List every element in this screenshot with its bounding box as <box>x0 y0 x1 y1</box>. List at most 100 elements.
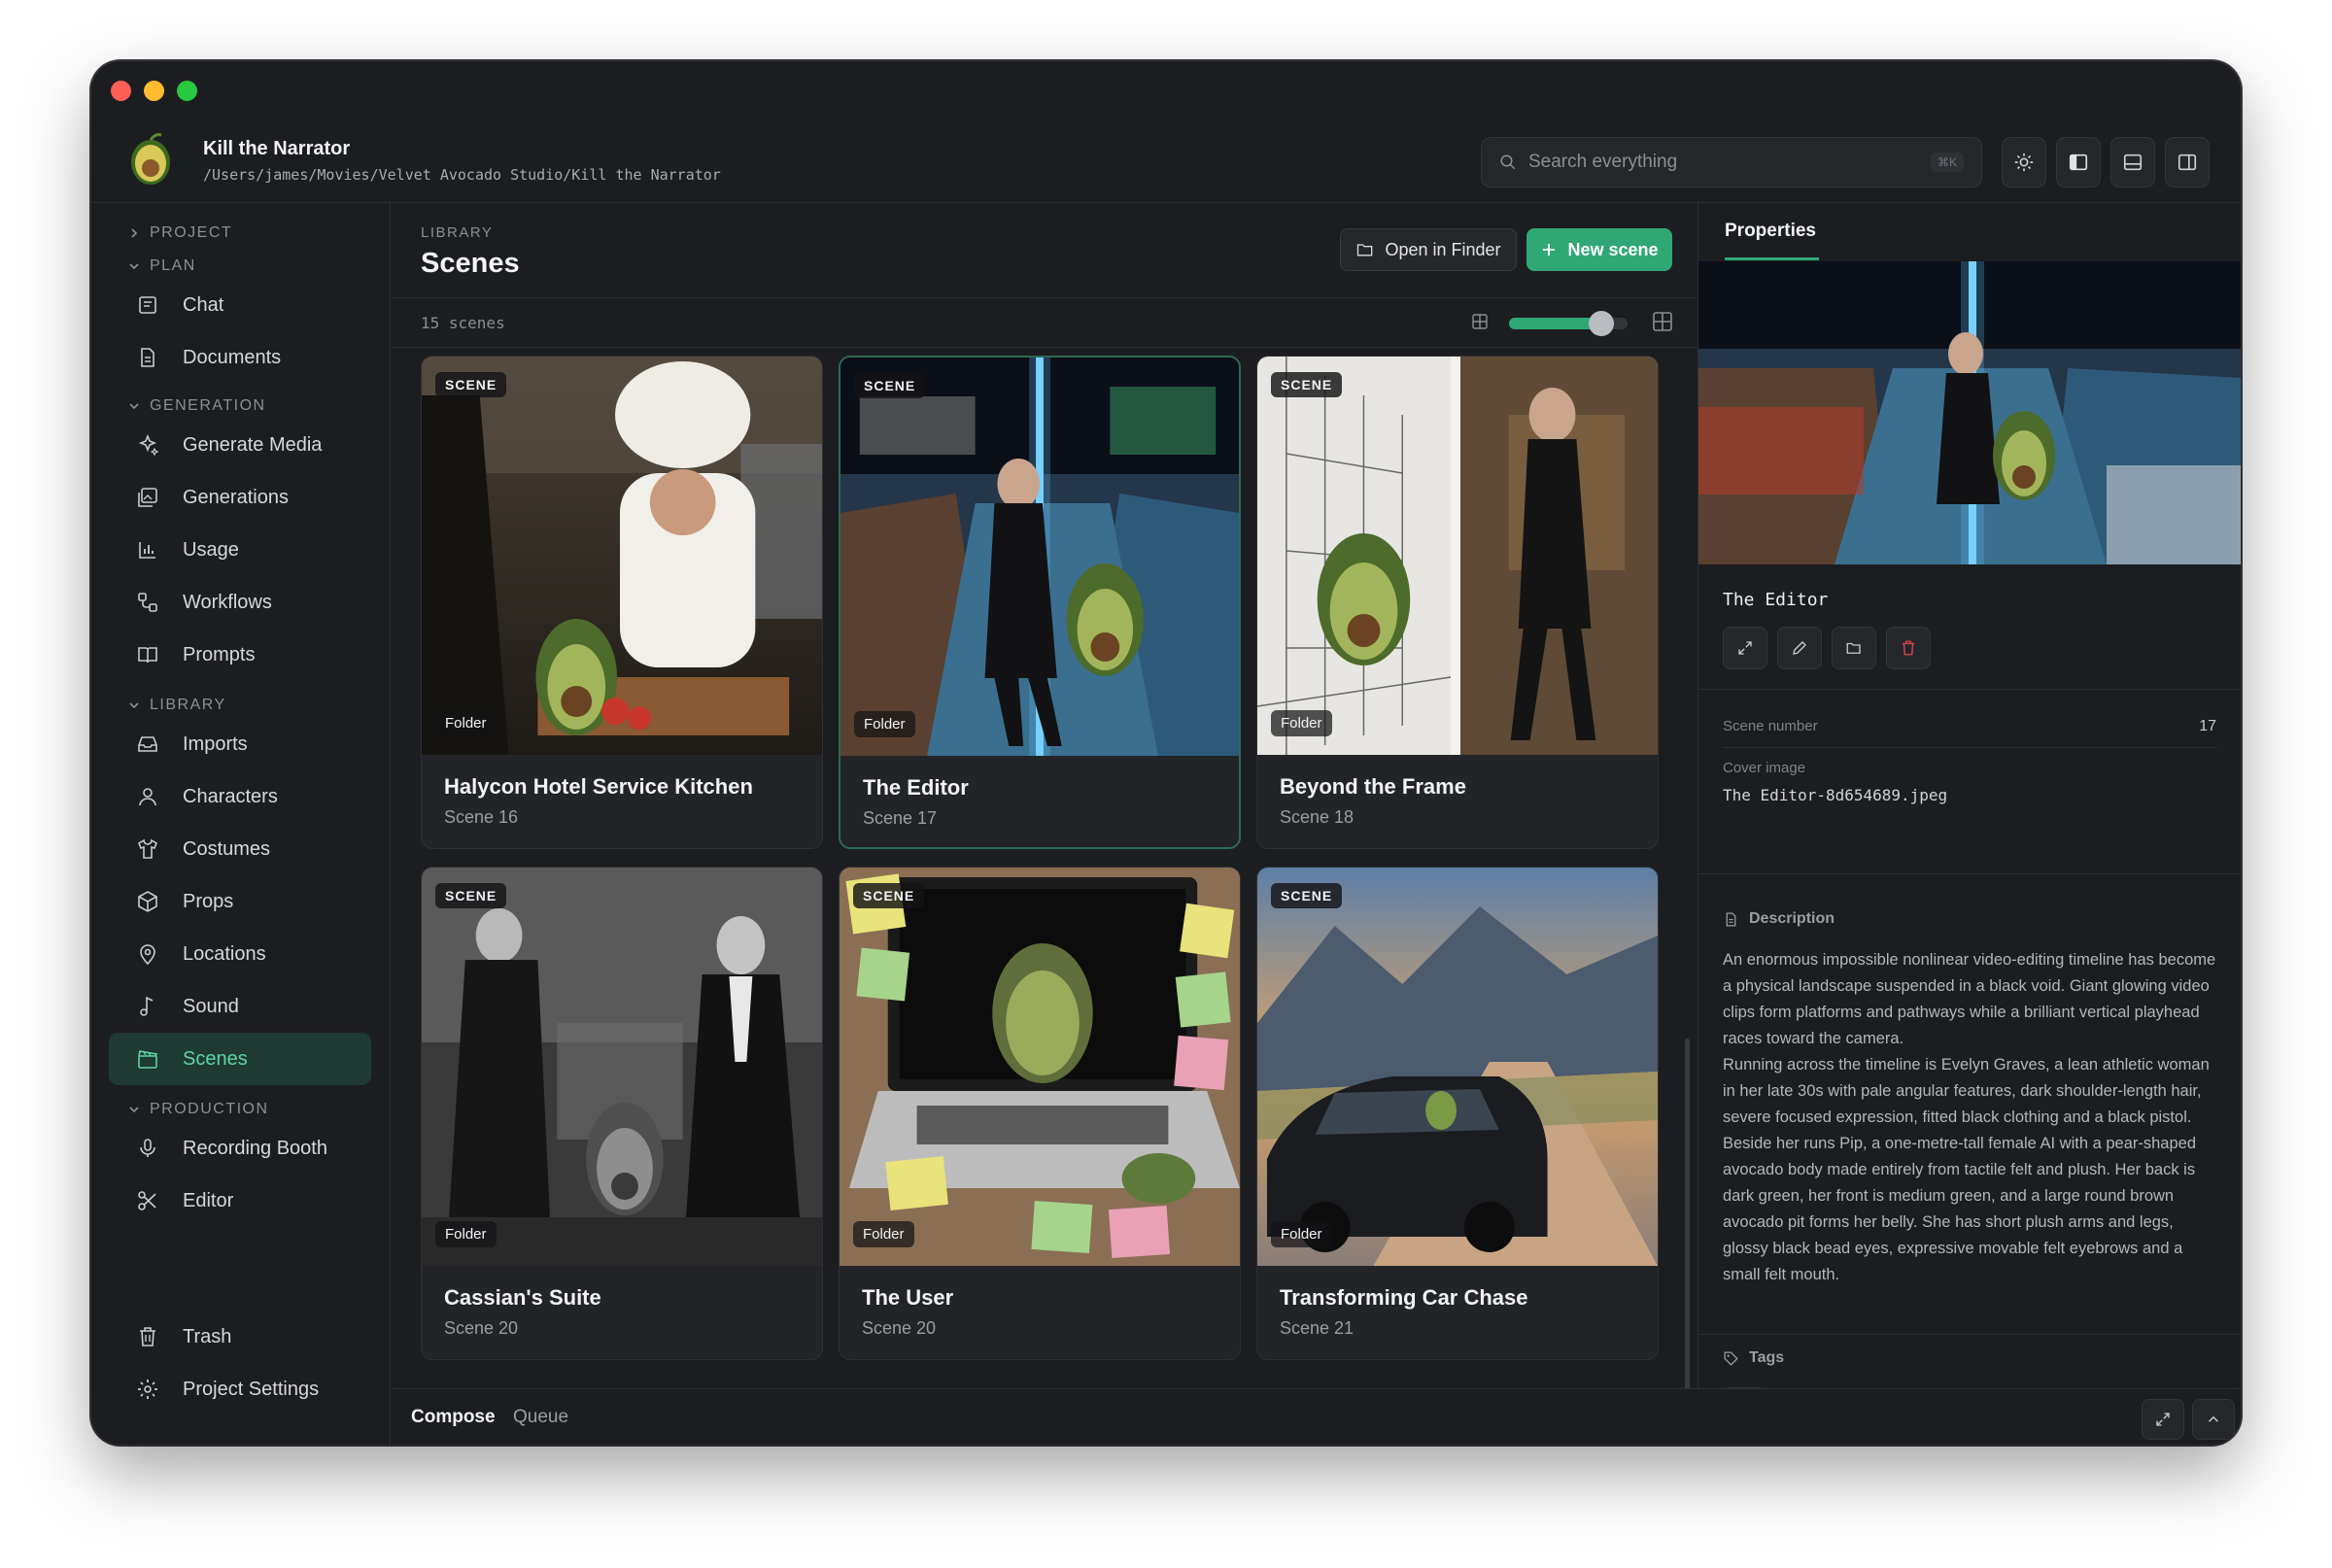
close-window-button[interactable] <box>111 81 131 101</box>
scene-card-number: Scene 21 <box>1280 1318 1355 1338</box>
minimize-window-button[interactable] <box>144 81 164 101</box>
open-in-finder-button[interactable]: Open in Finder <box>1340 228 1517 271</box>
active-tab-indicator <box>1725 257 1819 260</box>
collapse-panel-button[interactable] <box>2192 1399 2235 1440</box>
section-plan[interactable]: PLAN <box>128 257 196 275</box>
section-label: Tags <box>1749 1349 1785 1366</box>
tab-queue[interactable]: Queue <box>513 1407 568 1428</box>
tab-properties[interactable]: Properties <box>1725 221 1816 242</box>
project-path: /Users/james/Movies/Velvet Avocado Studi… <box>203 166 721 184</box>
sidebar-item-chat[interactable]: Chat <box>109 279 371 331</box>
toggle-bottom-panel-button[interactable] <box>2110 137 2155 187</box>
bottom-panel-icon <box>2123 153 2143 171</box>
section-label: PROJECT <box>150 224 233 241</box>
sidebar-item-label: Scenes <box>183 1047 248 1070</box>
toggle-left-panel-button[interactable] <box>2056 137 2101 187</box>
scene-card-number: Scene 18 <box>1280 807 1355 827</box>
zoom-slider-handle[interactable] <box>1589 311 1615 336</box>
user-icon <box>139 788 156 806</box>
scene-thumbnail <box>840 358 1239 756</box>
sidebar-item-label: Workflows <box>183 591 272 613</box>
sidebar-item-generations[interactable]: Generations <box>109 471 371 524</box>
section-library[interactable]: LIBRARY <box>128 697 226 714</box>
folder-badge[interactable]: Folder <box>1271 710 1332 736</box>
folder-badge[interactable]: Folder <box>854 711 915 737</box>
cover-image-preview <box>1698 261 2241 564</box>
sidebar-item-generate-media[interactable]: Generate Media <box>109 419 371 471</box>
scene-card[interactable]: SCENE Folder Beyond the Frame Scene 18 <box>1256 356 1659 849</box>
edit-button[interactable] <box>1777 627 1822 669</box>
project-title: Kill the Narrator <box>203 138 351 159</box>
section-production[interactable]: PRODUCTION <box>128 1101 269 1118</box>
section-label: Description <box>1749 910 1835 927</box>
sidebar-item-imports[interactable]: Imports <box>109 718 371 770</box>
open-folder-button[interactable] <box>1832 627 1876 669</box>
clapperboard-icon <box>138 1050 158 1069</box>
sidebar-item-label: Prompts <box>183 643 256 665</box>
chat-icon <box>139 296 156 314</box>
description-text: An enormous impossible nonlinear video-e… <box>1723 947 2218 1288</box>
scene-card-title: The User <box>862 1285 954 1310</box>
section-label: LIBRARY <box>150 697 226 713</box>
theme-toggle-button[interactable] <box>2002 137 2046 187</box>
scene-number-value: 17 <box>2199 718 2216 734</box>
scene-number-label: Scene number <box>1723 718 1818 734</box>
search-input[interactable]: Search everything ⌘K <box>1481 137 1982 187</box>
app-window: Kill the Narrator /Users/james/Movies/Ve… <box>91 61 2241 1445</box>
sparkles-icon <box>138 433 159 457</box>
sidebar-item-locations[interactable]: Locations <box>109 928 371 980</box>
sidebar-item-recording-booth[interactable]: Recording Booth <box>109 1122 371 1175</box>
new-scene-button[interactable]: New scene <box>1526 228 1672 271</box>
scene-card[interactable]: SCENE Folder Cassian's Suite Scene 20 <box>421 867 823 1360</box>
sidebar-item-costumes[interactable]: Costumes <box>109 823 371 875</box>
scene-card[interactable]: SCENE Folder Halycon Hotel Service Kitch… <box>421 356 823 849</box>
chevron-down-icon <box>129 1107 139 1113</box>
grid-small-icon[interactable] <box>1471 312 1489 331</box>
sidebar-item-sound[interactable]: Sound <box>109 980 371 1033</box>
sidebar-item-project-settings[interactable]: Project Settings <box>109 1363 371 1415</box>
delete-button[interactable] <box>1886 627 1931 669</box>
tab-compose[interactable]: Compose <box>411 1407 496 1428</box>
left-panel-icon <box>2069 153 2088 171</box>
sidebar-item-props[interactable]: Props <box>109 875 371 928</box>
sidebar-item-editor[interactable]: Editor <box>109 1175 371 1227</box>
sidebar-item-usage[interactable]: Usage <box>109 524 371 576</box>
expand-button[interactable] <box>1723 627 1767 669</box>
folder-badge[interactable]: Folder <box>1271 1221 1332 1247</box>
button-label: New scene <box>1567 239 1659 259</box>
folder-badge[interactable]: Folder <box>853 1221 914 1247</box>
scrollbar[interactable] <box>1685 1039 1690 1445</box>
chevron-down-icon <box>129 702 139 709</box>
scene-card[interactable]: SCENE Folder The Editor Scene 17 <box>839 356 1241 849</box>
grid-large-icon[interactable] <box>1652 310 1673 333</box>
zoom-slider[interactable] <box>1509 311 1628 336</box>
sidebar: PROJECT PLAN Chat Documents GENERATION G… <box>91 203 391 1445</box>
expand-panel-button[interactable] <box>2142 1399 2184 1440</box>
sidebar-item-workflows[interactable]: Workflows <box>109 576 371 629</box>
zoom-slider-fill <box>1509 318 1602 329</box>
scene-card[interactable]: SCENE Folder Transforming Car Chase Scen… <box>1256 867 1659 1360</box>
folder-badge[interactable]: Folder <box>435 710 497 736</box>
sidebar-item-prompts[interactable]: Prompts <box>109 629 371 681</box>
sidebar-item-trash[interactable]: Trash <box>109 1311 371 1363</box>
sidebar-item-label: Generate Media <box>183 433 323 456</box>
sidebar-item-documents[interactable]: Documents <box>109 331 371 384</box>
sidebar-item-characters[interactable]: Characters <box>109 770 371 823</box>
shirt-icon <box>138 838 157 859</box>
folder-badge[interactable]: Folder <box>435 1221 497 1247</box>
zoom-window-button[interactable] <box>177 81 197 101</box>
sidebar-item-scenes[interactable]: Scenes <box>109 1033 371 1085</box>
images-icon <box>138 488 157 507</box>
description-header: Description <box>1723 910 1835 928</box>
section-project[interactable]: PROJECT <box>128 224 232 242</box>
scene-card[interactable]: SCENE Folder The User Scene 20 <box>839 867 1241 1360</box>
sidebar-item-label: Imports <box>183 733 248 755</box>
toggle-right-panel-button[interactable] <box>2165 137 2210 187</box>
scene-count: 15 scenes <box>421 314 505 332</box>
sidebar-item-label: Chat <box>183 293 224 316</box>
divider <box>1723 747 2217 748</box>
workflow-icon <box>138 593 157 612</box>
section-generation[interactable]: GENERATION <box>128 397 266 415</box>
document-icon <box>141 348 154 367</box>
scene-thumbnail <box>1257 357 1658 755</box>
